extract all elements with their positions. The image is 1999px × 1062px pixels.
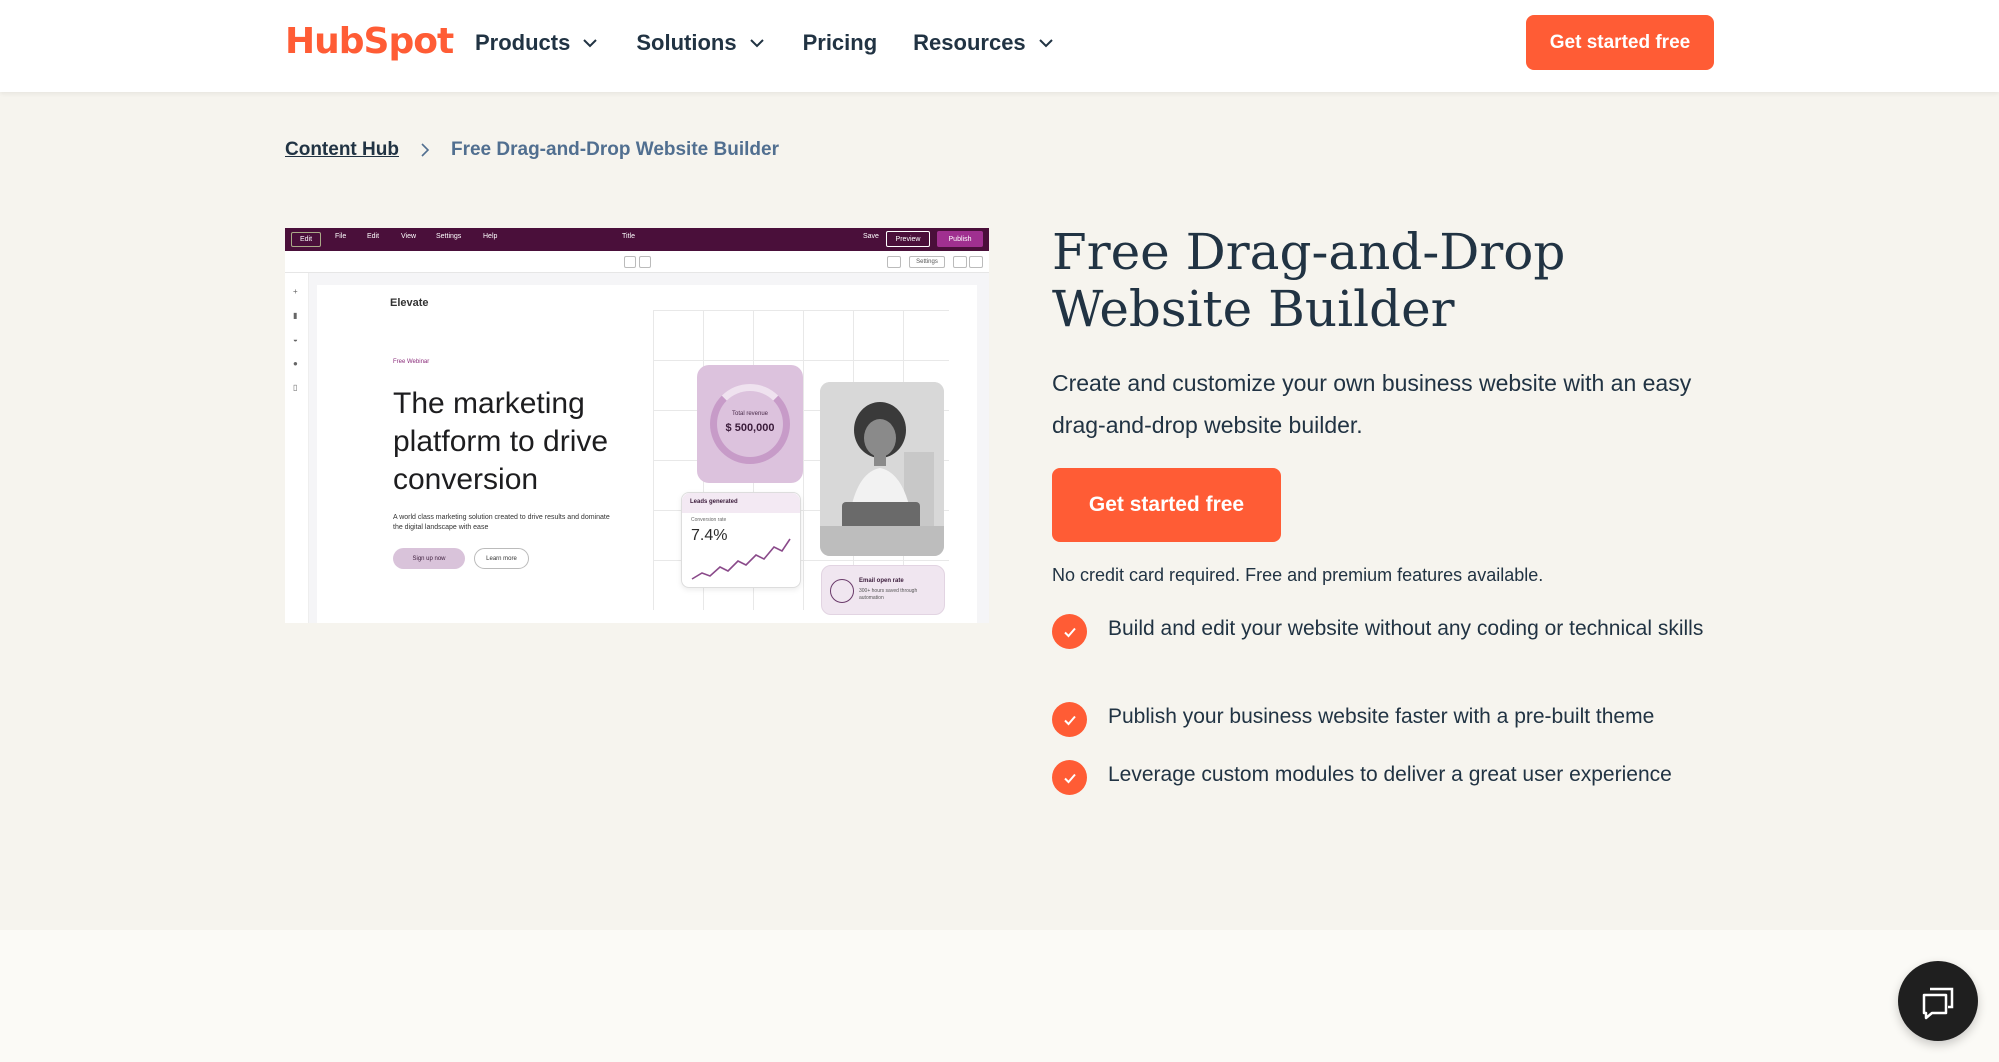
- nav-solutions[interactable]: Solutions: [636, 30, 766, 56]
- no-credit-card-note: No credit card required. Free and premiu…: [1052, 565, 1544, 585]
- editor-publish: Publish: [937, 231, 983, 247]
- conversion-sparkline: [691, 538, 791, 580]
- editor-subtoolbar: Settings: [285, 251, 989, 273]
- email-card: Email open rate 300+ hours saved through…: [821, 565, 945, 615]
- editor-menu-help: Help: [483, 233, 498, 240]
- feature-item: Publish your business website faster wit…: [1052, 698, 1732, 756]
- nav-resources[interactable]: Resources: [913, 30, 1056, 56]
- feature-item: Build and edit your website without any …: [1052, 610, 1732, 698]
- chat-launcher[interactable]: [1898, 961, 1978, 1041]
- check-icon: [1052, 760, 1087, 795]
- chevron-down-icon: [749, 39, 764, 48]
- editor-doc-title: Title: [622, 233, 635, 240]
- editor-canvas: Elevate Free Webinar The marketing platf…: [317, 285, 977, 623]
- feature-list: Build and edit your website without any …: [1052, 610, 1732, 795]
- breadcrumb-content-hub-link[interactable]: Content Hub: [285, 139, 399, 161]
- mock-headline: The marketing platform to drive conversi…: [393, 387, 609, 496]
- envelope-icon: [830, 579, 854, 603]
- leads-card: Leads generated Conversion rate 7.4%: [681, 492, 801, 588]
- desktop-view-icon: [624, 256, 636, 268]
- nav-pricing[interactable]: Pricing: [803, 30, 878, 56]
- editor-menu-file: File: [335, 233, 347, 240]
- next-section: [0, 930, 1999, 1062]
- email-subtext: 300+ hours saved through automation: [859, 588, 918, 601]
- redo-icon: [969, 256, 983, 268]
- feature-text: Build and edit your website without any …: [1108, 617, 1704, 640]
- hubspot-logo[interactable]: HubSpot: [285, 20, 454, 62]
- editor-menu-edit: Edit: [367, 233, 380, 240]
- feature-text: Leverage custom modules to deliver a gre…: [1108, 763, 1672, 786]
- layers-icon: ▮: [293, 311, 298, 320]
- header-get-started-button[interactable]: Get started free: [1526, 15, 1714, 70]
- nav-products[interactable]: Products: [475, 30, 600, 56]
- check-icon: [1052, 702, 1087, 737]
- revenue-label: Total revenue: [731, 411, 769, 417]
- revenue-value: $ 500,000: [725, 422, 775, 434]
- editor-preview: Preview: [886, 231, 930, 247]
- feature-text: Publish your business website faster wit…: [1108, 705, 1655, 728]
- person-illustration: [820, 382, 944, 556]
- nav-pricing-label: Pricing: [802, 30, 878, 55]
- mock-subtext: A world class marketing solution created…: [393, 514, 610, 531]
- editor-save: Save: [863, 233, 879, 240]
- mock-brand: Elevate: [390, 297, 429, 309]
- page-icon: ▯: [293, 383, 298, 392]
- editor-settings-chip: Settings: [909, 256, 945, 268]
- nav-products-label: Products: [475, 30, 571, 55]
- mobile-view-icon: [639, 256, 651, 268]
- person-photo: [820, 382, 944, 556]
- conversion-label: Conversion rate: [691, 517, 727, 523]
- mock-learn-more-button: Learn more: [474, 548, 529, 569]
- chevron-down-icon: [1038, 39, 1053, 48]
- main-nav: Products Solutions Pricing Resources: [475, 22, 1092, 64]
- editor-toolbar: Edit File Edit View Settings Help Title …: [285, 228, 989, 251]
- editor-menu-settings: Settings: [436, 233, 462, 240]
- email-label: Email open rate: [859, 578, 904, 584]
- chevron-right-icon: [421, 143, 430, 157]
- undo-icon: [953, 256, 967, 268]
- user-icon: ●: [293, 359, 298, 368]
- product-screenshot: Edit File Edit View Settings Help Title …: [285, 228, 989, 623]
- check-icon: [1052, 614, 1087, 649]
- site-header: HubSpot Products Solutions Pricing Resou…: [0, 0, 1999, 92]
- editor-sidebar: + ▮ ◒ ● ▯: [285, 273, 309, 623]
- search-icon: [887, 256, 901, 268]
- add-icon: +: [293, 287, 298, 296]
- theme-icon: ◒: [293, 335, 298, 344]
- chat-icon: [1922, 987, 1954, 1020]
- revenue-card: Total revenue $ 500,000: [697, 365, 803, 483]
- mock-eyebrow: Free Webinar: [393, 359, 430, 365]
- nav-solutions-label: Solutions: [636, 30, 737, 55]
- chevron-down-icon: [583, 39, 598, 48]
- breadcrumb-current: Free Drag-and-Drop Website Builder: [450, 139, 779, 160]
- hero-description: Create and customize your own business w…: [1052, 370, 1692, 438]
- breadcrumb: Content Hub Free Drag-and-Drop Website B…: [285, 136, 779, 164]
- nav-resources-label: Resources: [913, 30, 1026, 55]
- leads-label: Leads generated: [682, 493, 800, 513]
- feature-item: Leverage custom modules to deliver a gre…: [1052, 756, 1732, 795]
- editor-menu-view: View: [401, 233, 417, 240]
- mock-signup-button: Sign up now: [393, 548, 465, 569]
- editor-edit-tab: Edit: [291, 232, 321, 247]
- get-started-button[interactable]: Get started free: [1052, 468, 1281, 542]
- page-title: Free Drag-and-Drop Website Builder: [1052, 223, 1566, 338]
